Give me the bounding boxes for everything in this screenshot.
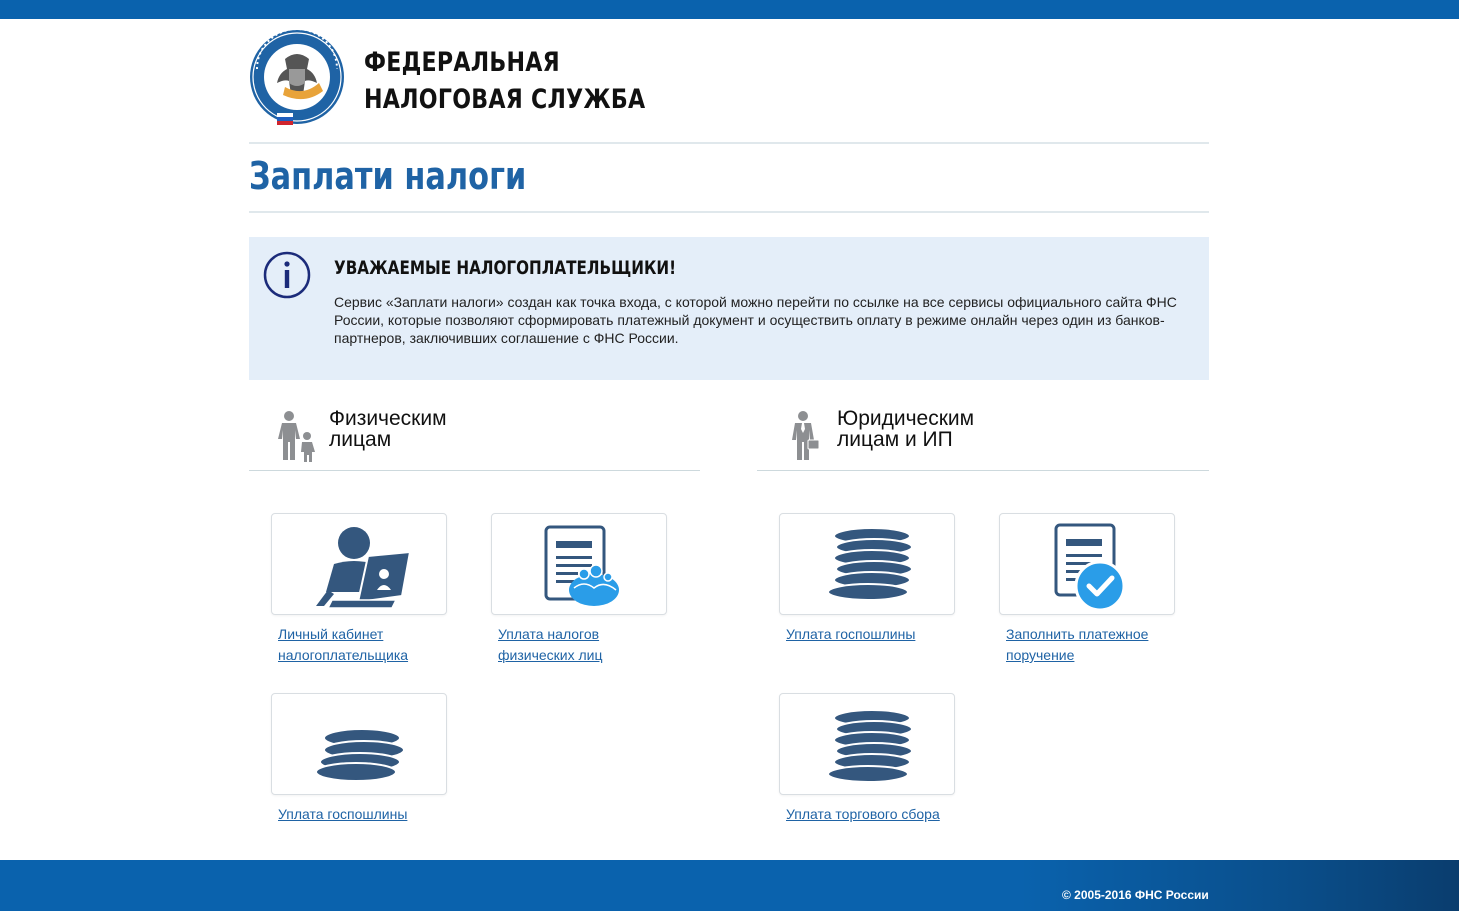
coins-small-icon bbox=[315, 728, 405, 782]
fns-emblem-icon[interactable] bbox=[249, 29, 345, 125]
tile-legal-state-duty-link[interactable]: Уплата госпошлины bbox=[786, 624, 951, 645]
section-individuals-line2: лицам bbox=[329, 428, 392, 451]
top-bar bbox=[0, 0, 1459, 19]
org-name-line1: ФЕДЕРАЛЬНАЯ bbox=[364, 47, 560, 78]
org-name-line2: НАЛОГОВАЯ СЛУЖБА bbox=[364, 84, 646, 115]
section-legal-title: Юридическим лицам и ИП bbox=[837, 408, 974, 450]
tile-personal-account[interactable]: Личный кабинет налогоплательщика bbox=[271, 513, 447, 666]
tile-payment-order[interactable]: Заполнить платежное поручение bbox=[999, 513, 1175, 666]
coins-stack-icon bbox=[827, 709, 913, 783]
document-check-icon bbox=[1054, 523, 1126, 612]
section-individuals-title: Физическим лицам bbox=[329, 408, 447, 450]
tile-individual-taxes[interactable]: Уплата налогов физических лиц bbox=[491, 513, 667, 666]
tile-individual-taxes-link[interactable]: Уплата налогов физических лиц bbox=[498, 624, 663, 666]
page-title: Заплати налоги bbox=[249, 154, 527, 198]
family-icon bbox=[278, 411, 315, 462]
copyright: © 2005-2016 ФНС России bbox=[1062, 888, 1209, 902]
section-individuals: Физическим лицам bbox=[249, 402, 700, 471]
site-header: ФЕДЕРАЛЬНАЯ НАЛОГОВАЯ СЛУЖБА bbox=[249, 19, 1209, 144]
tile-individual-state-duty-link[interactable]: Уплата госпошлины bbox=[278, 804, 443, 825]
section-individuals-line1: Физическим bbox=[329, 407, 447, 430]
title-row: Заплати налоги bbox=[249, 144, 1209, 213]
user-laptop-icon bbox=[316, 527, 412, 609]
tile-personal-account-box[interactable] bbox=[271, 513, 447, 615]
tile-payment-order-box[interactable] bbox=[999, 513, 1175, 615]
section-legal-line2: лицам и ИП bbox=[837, 428, 953, 451]
tile-payment-order-link[interactable]: Заполнить платежное поручение bbox=[1006, 624, 1171, 666]
section-legal: Юридическим лицам и ИП bbox=[757, 402, 1209, 471]
info-icon bbox=[263, 251, 311, 299]
tile-trade-fee-box[interactable] bbox=[779, 693, 955, 795]
tile-legal-state-duty[interactable]: Уплата госпошлины bbox=[779, 513, 955, 645]
notice-panel: УВАЖАЕМЫЕ НАЛОГОПЛАТЕЛЬЩИКИ! Сервис «Зап… bbox=[249, 237, 1209, 380]
tile-individual-state-duty[interactable]: Уплата госпошлины bbox=[271, 693, 447, 825]
businessman-icon bbox=[792, 411, 820, 460]
notice-title: УВАЖАЕМЫЕ НАЛОГОПЛАТЕЛЬЩИКИ! bbox=[334, 257, 677, 279]
tile-individual-state-duty-box[interactable] bbox=[271, 693, 447, 795]
tile-trade-fee[interactable]: Уплата торгового сбора bbox=[779, 693, 955, 825]
org-name: ФЕДЕРАЛЬНАЯ НАЛОГОВАЯ СЛУЖБА bbox=[364, 44, 645, 118]
tile-trade-fee-link[interactable]: Уплата торгового сбора bbox=[786, 804, 951, 825]
coins-stack-icon bbox=[827, 527, 913, 601]
document-people-icon bbox=[544, 525, 619, 606]
tile-legal-state-duty-box[interactable] bbox=[779, 513, 955, 615]
tile-personal-account-link[interactable]: Личный кабинет налогоплательщика bbox=[278, 624, 443, 666]
tile-individual-taxes-box[interactable] bbox=[491, 513, 667, 615]
page-container: ФЕДЕРАЛЬНАЯ НАЛОГОВАЯ СЛУЖБА Заплати нал… bbox=[249, 19, 1209, 822]
section-legal-line1: Юридическим bbox=[837, 407, 975, 430]
site-footer: © 2005-2016 ФНС России bbox=[0, 860, 1459, 911]
notice-text: Сервис «Заплати налоги» создан как точка… bbox=[334, 294, 1177, 346]
